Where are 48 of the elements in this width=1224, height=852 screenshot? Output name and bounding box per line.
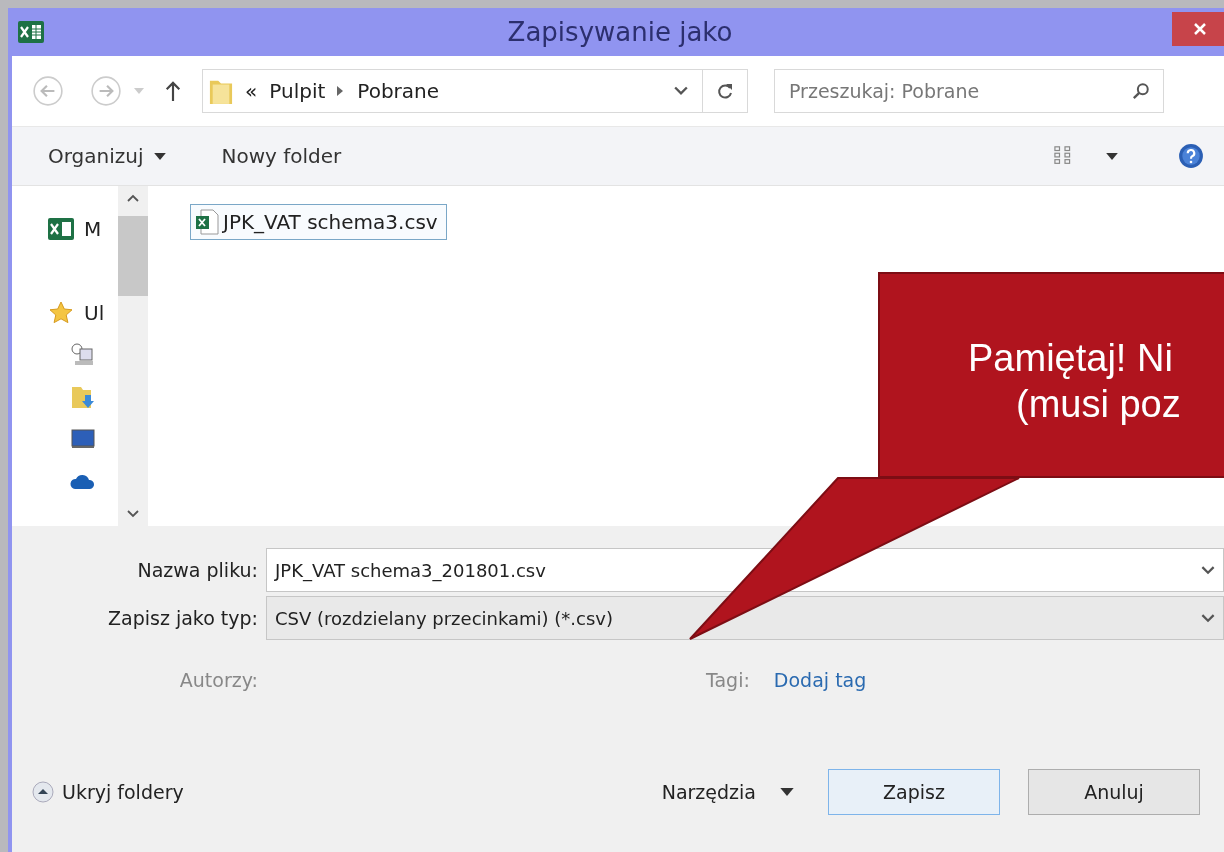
- nav-item-label[interactable]: M: [84, 217, 102, 241]
- close-button[interactable]: [1172, 12, 1224, 46]
- window-title: Zapisywanie jako: [507, 17, 733, 47]
- file-type-dropdown[interactable]: CSV (rozdzielany przecinkami) (*.csv): [266, 596, 1224, 640]
- help-icon[interactable]: [1178, 143, 1204, 169]
- dropdown-caret-icon[interactable]: [674, 86, 688, 96]
- breadcrumb-item[interactable]: Pulpit: [269, 79, 326, 103]
- callout-text: Pamiętaj! Ni: [968, 336, 1174, 381]
- nav-item-label[interactable]: Ul: [84, 301, 105, 325]
- close-icon[interactable]: [1192, 21, 1208, 37]
- csv-file-icon: [195, 209, 219, 235]
- file-item[interactable]: JPK_VAT schema3.csv: [190, 204, 447, 240]
- star-icon[interactable]: [48, 301, 74, 325]
- cancel-button[interactable]: Anuluj: [1028, 769, 1200, 815]
- scrollbar-thumb[interactable]: [118, 216, 148, 296]
- field-label: Zapisz jako typ:: [107, 607, 258, 629]
- field-label: Nazwa pliku:: [136, 559, 258, 581]
- caret-icon[interactable]: [153, 152, 166, 160]
- dropdown-caret-icon[interactable]: [1201, 613, 1215, 623]
- scrollbar[interactable]: [118, 186, 148, 526]
- new-folder-button[interactable]: Nowy folder: [221, 144, 342, 168]
- breadcrumb-arrow-icon[interactable]: [337, 86, 344, 96]
- callout-text: (musi poz: [1016, 382, 1182, 427]
- breadcrumb-item[interactable]: Pobrane: [357, 79, 440, 103]
- dropdown-caret-icon[interactable]: [1201, 565, 1215, 575]
- add-tag-link[interactable]: Dodaj tag: [773, 669, 867, 691]
- organize-menu-button[interactable]: Organizuj: [48, 144, 166, 168]
- search-field[interactable]: Przeszukaj: Pobrane: [774, 69, 1164, 113]
- scroll-up-icon[interactable]: [127, 194, 139, 202]
- save-button[interactable]: Zapisz: [828, 769, 1000, 815]
- spreadsheet-app-icon[interactable]: [48, 217, 74, 241]
- overflow-chevron[interactable]: «: [245, 79, 258, 103]
- refresh-icon[interactable]: [716, 81, 734, 101]
- tags-label: Tagi:: [706, 669, 750, 691]
- caret-icon[interactable]: [780, 788, 794, 796]
- up-arrow-icon[interactable]: [164, 79, 182, 103]
- monitor-icon[interactable]: [70, 427, 96, 451]
- search-icon: [1132, 82, 1150, 100]
- scroll-down-icon[interactable]: [127, 510, 139, 518]
- hide-folders-button[interactable]: Ukryj foldery: [32, 781, 184, 803]
- downloads-folder-icon[interactable]: [70, 385, 96, 409]
- caret-icon[interactable]: [1106, 152, 1118, 160]
- tools-menu-button[interactable]: Narzędzia: [661, 781, 794, 803]
- authors-label: Autorzy:: [178, 669, 258, 691]
- computer-clock-icon[interactable]: [70, 343, 96, 367]
- address-bar[interactable]: « Pulpit Pobrane: [202, 69, 748, 113]
- filename-field[interactable]: JPK_VAT schema3_201801.csv: [266, 548, 1224, 592]
- spreadsheet-app-icon: [18, 21, 44, 43]
